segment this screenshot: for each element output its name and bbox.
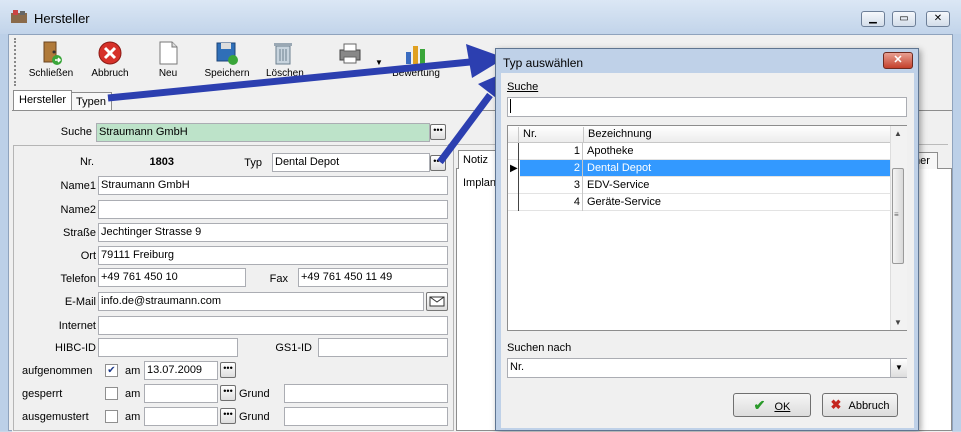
- row-name: Apotheke: [587, 145, 634, 157]
- ok-button-label: OK: [774, 401, 791, 413]
- row-nr: 3: [573, 179, 580, 191]
- table-row-selected[interactable]: 2 Dental Depot: [520, 160, 890, 177]
- checkmark-icon: ✔: [753, 397, 766, 413]
- dialog-search-label: Suche: [507, 81, 539, 93]
- arrow-1: [107, 44, 505, 102]
- close-icon: ✕: [893, 54, 903, 66]
- grid-column-divider: [582, 143, 583, 211]
- chevron-down-icon[interactable]: ▼: [890, 359, 907, 377]
- row-nr: 1: [573, 145, 580, 157]
- dialog-title: Typ auswählen: [503, 56, 584, 70]
- column-header-nr[interactable]: Nr.: [518, 127, 587, 142]
- table-row[interactable]: 4 Geräte-Service: [508, 194, 890, 211]
- table-row[interactable]: 3 EDV-Service: [508, 177, 890, 194]
- row-nr: 4: [573, 196, 580, 208]
- grid-indicator-divider: [518, 143, 519, 211]
- search-by-label: Suchen nach: [507, 342, 572, 354]
- column-header-bezeichnung[interactable]: Bezeichnung: [583, 127, 888, 142]
- dialog-cancel-button[interactable]: ✖ Abbruch: [822, 393, 898, 417]
- scroll-up-icon[interactable]: ▲: [894, 129, 902, 138]
- row-pointer-icon: ▶: [510, 163, 518, 174]
- scroll-down-icon[interactable]: ▼: [894, 318, 902, 327]
- ok-button[interactable]: ✔ OK: [733, 393, 811, 417]
- text-cursor: [510, 99, 511, 113]
- dialog-search-input[interactable]: [507, 97, 907, 117]
- dialog-close-button[interactable]: ✕: [883, 52, 913, 69]
- row-name: EDV-Service: [587, 179, 650, 191]
- row-name: Geräte-Service: [587, 196, 661, 208]
- row-nr: 2: [573, 162, 580, 174]
- dialog-cancel-label: Abbruch: [848, 400, 890, 412]
- search-by-select[interactable]: Nr.: [507, 358, 907, 378]
- tab-hersteller[interactable]: Hersteller: [13, 90, 73, 110]
- row-name: Dental Depot: [587, 162, 652, 174]
- scroll-grip-icon: ≡: [894, 210, 899, 219]
- cancel-x-icon: ✖: [830, 397, 842, 412]
- table-row[interactable]: 1 Apotheke: [508, 143, 890, 160]
